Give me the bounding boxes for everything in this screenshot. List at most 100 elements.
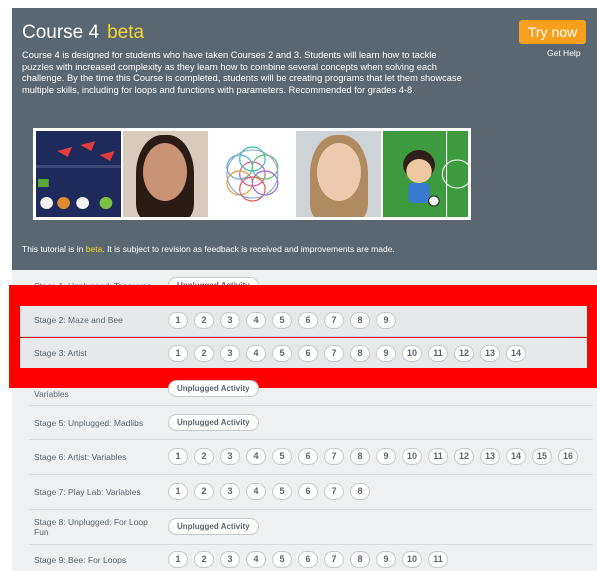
try-now-button[interactable]: Try now (519, 20, 586, 44)
level-bubble[interactable]: 5 (272, 483, 292, 500)
playlab-thumbnail (383, 131, 468, 217)
maze-game-thumbnail (36, 131, 121, 217)
level-bubble[interactable]: 3 (220, 345, 240, 362)
level-bubble[interactable]: 10 (402, 448, 422, 465)
level-bubble[interactable]: 1 (168, 448, 188, 465)
stage-name: Stage 6: Artist: Variables (34, 452, 127, 462)
level-bubble[interactable]: 7 (324, 312, 344, 329)
stage-row: Stage 7: Play Lab: Variables 1 2 3 4 5 6… (29, 475, 593, 510)
beta-label: beta (107, 22, 145, 43)
level-bubbles: 1 2 3 4 5 6 7 8 9 10 11 12 13 14 (168, 345, 532, 362)
level-bubble[interactable]: 9 (376, 448, 396, 465)
stage-row: Stage 6: Artist: Variables 1 2 3 4 5 6 7… (29, 440, 593, 475)
course-header: Course 4 beta Try now Get Help Course 4 i… (12, 8, 597, 270)
level-bubble[interactable]: 6 (298, 483, 318, 500)
stage-name: Variables (34, 389, 69, 399)
level-bubble[interactable]: 12 (454, 448, 474, 465)
level-bubble[interactable]: 16 (558, 448, 578, 465)
artist-pattern-thumbnail (209, 131, 295, 217)
level-bubble[interactable]: 4 (246, 448, 266, 465)
disclaimer-beta-word: beta (85, 244, 103, 254)
level-bubble[interactable]: 9 (376, 551, 396, 568)
level-bubble[interactable]: 2 (194, 483, 214, 500)
stage-row: Stage 2: Maze and Bee 1 2 3 4 5 6 7 8 9 (20, 306, 587, 337)
level-bubble[interactable]: 3 (220, 448, 240, 465)
level-bubble[interactable]: 4 (246, 345, 266, 362)
level-bubble[interactable]: 15 (532, 448, 552, 465)
level-bubble[interactable]: 14 (506, 448, 526, 465)
level-bubble[interactable]: 13 (480, 448, 500, 465)
stage-row: Stage 8: Unplugged: For Loop Fun Unplugg… (29, 510, 593, 545)
level-bubble[interactable]: 7 (324, 483, 344, 500)
unplugged-activity-button[interactable]: Unplugged Activity (168, 414, 259, 431)
level-bubble[interactable]: 8 (350, 345, 370, 362)
course-title: Course 4 beta (22, 22, 144, 44)
course-image-strip (33, 128, 471, 220)
level-bubble[interactable]: 2 (194, 448, 214, 465)
stage-name: Stage 7: Play Lab: Variables (34, 487, 141, 497)
level-bubbles: 1 2 3 4 5 6 7 8 9 (168, 312, 402, 329)
stage-row: Stage 5: Unplugged: Madlibs Unplugged Ac… (29, 406, 593, 440)
disclaimer-text: . It is subject to revision as feedback … (102, 244, 395, 254)
stage-name: Stage 5: Unplugged: Madlibs (34, 418, 144, 428)
level-bubble[interactable]: 11 (428, 448, 448, 465)
level-bubble[interactable]: 11 (428, 551, 448, 568)
level-bubbles: 1 2 3 4 5 6 7 8 9 10 11 (168, 551, 454, 568)
stage-row: Stage 3: Artist 1 2 3 4 5 6 7 8 9 10 11 … (20, 338, 587, 368)
level-bubble[interactable]: 4 (246, 312, 266, 329)
level-bubble[interactable]: 8 (350, 483, 370, 500)
level-bubble[interactable]: 8 (350, 312, 370, 329)
course-title-text: Course 4 (22, 22, 100, 43)
level-bubble[interactable]: 5 (272, 551, 292, 568)
student-photo-thumbnail (296, 131, 382, 217)
level-bubble[interactable]: 5 (272, 448, 292, 465)
stage-name: Stage 3: Artist (34, 348, 87, 358)
level-bubble[interactable]: 10 (402, 345, 422, 362)
level-bubble[interactable]: 6 (298, 551, 318, 568)
level-bubble[interactable]: 6 (298, 312, 318, 329)
level-bubble[interactable]: 4 (246, 483, 266, 500)
stage-row: Variables Unplugged Activity (29, 380, 593, 406)
level-bubble[interactable]: 8 (350, 551, 370, 568)
level-bubble[interactable]: 14 (506, 345, 526, 362)
level-bubble[interactable]: 7 (324, 345, 344, 362)
level-bubble[interactable]: 5 (272, 312, 292, 329)
level-bubble[interactable]: 5 (272, 345, 292, 362)
level-bubbles: 1 2 3 4 5 6 7 8 9 10 11 12 13 14 15 16 (168, 448, 584, 465)
level-bubbles: 1 2 3 4 5 6 7 8 (168, 483, 376, 500)
stage-name: Stage 2: Maze and Bee (34, 315, 123, 325)
stage-name: Stage 8: Unplugged: For Loop Fun (34, 517, 148, 537)
level-bubble[interactable]: 3 (220, 483, 240, 500)
level-bubble[interactable]: 7 (324, 551, 344, 568)
level-bubble[interactable]: 8 (350, 448, 370, 465)
stage-list-lower: Variables Unplugged Activity Stage 5: Un… (12, 380, 597, 571)
disclaimer-text: This tutorial is in (22, 244, 84, 254)
beta-disclaimer: This tutorial is in beta. It is subject … (22, 244, 395, 254)
stage-name: Stage 9: Bee: For Loops (34, 555, 127, 565)
level-bubble[interactable]: 1 (168, 551, 188, 568)
level-bubble[interactable]: 6 (298, 345, 318, 362)
level-bubble[interactable]: 1 (168, 312, 188, 329)
level-bubble[interactable]: 6 (298, 448, 318, 465)
stage-row: Stage 9: Bee: For Loops 1 2 3 4 5 6 7 8 … (29, 545, 593, 571)
level-bubble[interactable]: 2 (194, 312, 214, 329)
level-bubble[interactable]: 13 (480, 345, 500, 362)
level-bubble[interactable]: 1 (168, 483, 188, 500)
level-bubble[interactable]: 12 (454, 345, 474, 362)
unplugged-activity-button[interactable]: Unplugged Activity (168, 518, 259, 535)
unplugged-activity-button[interactable]: Unplugged Activity (168, 380, 259, 397)
level-bubble[interactable]: 4 (246, 551, 266, 568)
level-bubble[interactable]: 9 (376, 345, 396, 362)
student-photo-thumbnail (122, 131, 208, 217)
level-bubble[interactable]: 1 (168, 345, 188, 362)
level-bubble[interactable]: 2 (194, 551, 214, 568)
level-bubble[interactable]: 7 (324, 448, 344, 465)
level-bubble[interactable]: 3 (220, 312, 240, 329)
course-description: Course 4 is designed for students who ha… (22, 50, 462, 95)
level-bubble[interactable]: 2 (194, 345, 214, 362)
get-help-link[interactable]: Get Help (547, 48, 581, 58)
level-bubble[interactable]: 11 (428, 345, 448, 362)
level-bubble[interactable]: 10 (402, 551, 422, 568)
level-bubble[interactable]: 3 (220, 551, 240, 568)
level-bubble[interactable]: 9 (376, 312, 396, 329)
